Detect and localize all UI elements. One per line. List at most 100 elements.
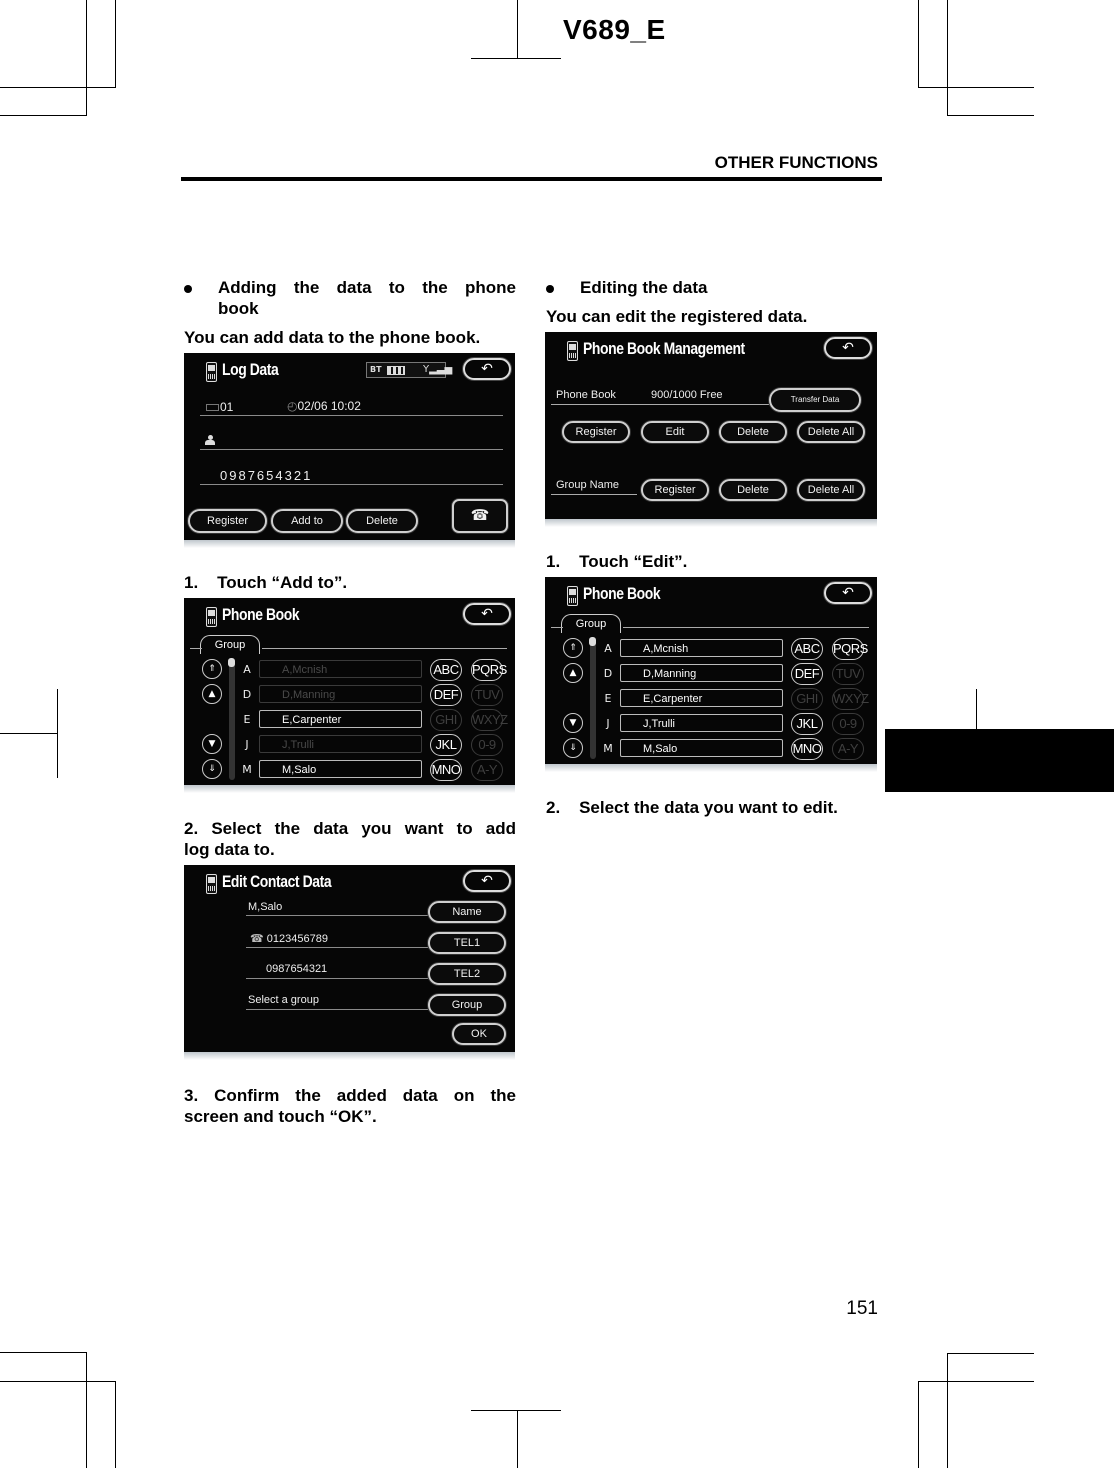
index-key-button[interactable]: JKL [791, 713, 823, 735]
divider [551, 404, 769, 405]
crop-mark [947, 1353, 948, 1468]
word: to [456, 819, 473, 838]
group-tab[interactable]: Group [561, 614, 621, 633]
word: added [336, 1086, 387, 1105]
index-key-button[interactable]: PQRS [471, 659, 507, 681]
index-key-button[interactable]: TUV [832, 663, 864, 685]
register-button[interactable]: Register [562, 421, 630, 443]
page-up-button[interactable]: ⇑ [563, 638, 583, 658]
page-down-button[interactable]: ⇓ [202, 759, 222, 779]
delete-all-button[interactable]: Delete All [797, 421, 865, 443]
contact-entry[interactable]: E,Carpenter [620, 689, 783, 707]
contact-entry[interactable]: A,Mcnish [259, 660, 422, 678]
left-heading: Adding the data to the phone book [184, 278, 516, 319]
transfer-data-button[interactable]: Transfer Data [769, 388, 861, 412]
scroll-thumb[interactable] [228, 658, 235, 667]
index-key-button[interactable]: WXYZ [471, 709, 508, 731]
index-letter: J [245, 738, 249, 751]
contact-entry[interactable]: A,Mcnish [620, 639, 783, 657]
contact-entry[interactable]: D,Manning [259, 685, 422, 703]
crop-mark [471, 58, 561, 59]
back-button[interactable]: ↶ [463, 870, 511, 892]
group-tab[interactable]: Group [200, 635, 260, 654]
index-letter: A [243, 663, 251, 676]
crop-mark [0, 115, 87, 116]
index-key-button[interactable]: 0-9 [832, 713, 864, 735]
crop-mark [0, 87, 116, 88]
edit-button[interactable]: Edit [641, 421, 709, 443]
scroll-down-button[interactable]: ▼ [202, 734, 222, 754]
index-key-button[interactable]: TUV [471, 684, 503, 706]
name-button[interactable]: Name [428, 901, 506, 923]
contact-entry[interactable]: D,Manning [620, 664, 783, 682]
index-key-button[interactable]: MNO [791, 738, 823, 760]
back-button[interactable]: ↶ [824, 337, 872, 359]
index-letter: J [606, 717, 610, 730]
index-key-button[interactable]: A-Y [832, 738, 864, 760]
screen-edge [184, 1052, 515, 1060]
page-up-button[interactable]: ⇑ [202, 659, 222, 679]
group-register-button[interactable]: Register [641, 479, 709, 501]
contact-entry[interactable]: E,Carpenter [259, 710, 422, 728]
word: Adding [218, 278, 277, 297]
group-delete-button[interactable]: Delete [719, 479, 787, 501]
index-key-button[interactable]: GHI [430, 709, 462, 731]
contact-entry[interactable]: M,Salo [620, 739, 783, 757]
home-phone-icon: ☎ [250, 933, 264, 945]
contact-entry[interactable]: J,Trulli [620, 714, 783, 732]
scroll-up-button[interactable]: ▲ [202, 684, 222, 704]
page-down-button[interactable]: ⇓ [563, 738, 583, 758]
contact-entry[interactable]: M,Salo [259, 760, 422, 778]
back-button[interactable]: ↶ [463, 358, 511, 380]
index-key-button[interactable]: DEF [430, 684, 462, 706]
ok-button[interactable]: OK [452, 1023, 506, 1045]
call-button[interactable]: ☎ [452, 499, 508, 533]
index-key-button[interactable]: PQRS [832, 638, 868, 660]
index-key-button[interactable]: ABC [791, 638, 823, 660]
contact-entry[interactable]: J,Trulli [259, 735, 422, 753]
index-key-button[interactable]: ABC [430, 659, 462, 681]
crop-mark [517, 0, 518, 58]
group-delete-all-button[interactable]: Delete All [797, 479, 865, 501]
phone-number: 0987654321 [220, 468, 313, 483]
index-key-button[interactable]: A-Y [471, 759, 503, 781]
group-button[interactable]: Group [428, 994, 506, 1016]
add-to-button[interactable]: Add to [271, 509, 343, 533]
scrollbar[interactable] [229, 660, 235, 780]
word: data [402, 1086, 438, 1105]
register-button[interactable]: Register [188, 509, 267, 533]
word: 3. [184, 1086, 199, 1105]
tel2-number: 0987654321 [266, 963, 328, 975]
tel1-button[interactable]: TEL1 [428, 932, 506, 954]
phone-icon [567, 586, 578, 606]
word: 2. [184, 819, 199, 838]
screen-edge [545, 519, 877, 527]
scrollbar[interactable] [590, 639, 596, 759]
scroll-up-button[interactable]: ▲ [563, 663, 583, 683]
index-key-button[interactable]: DEF [791, 663, 823, 685]
crop-mark [918, 1381, 1034, 1382]
index-letter: D [242, 688, 252, 701]
left-step1: 1. Touch “Add to”. [184, 573, 348, 592]
index-key-button[interactable]: MNO [430, 759, 462, 781]
word: you [361, 819, 392, 838]
left-step3-line2: screen and touch “OK”. [184, 1107, 377, 1126]
word: Select [211, 819, 262, 838]
index-key-button[interactable]: WXYZ [832, 688, 869, 710]
screen-title: Phone Book Management [583, 339, 745, 358]
tel2-button[interactable]: TEL2 [428, 963, 506, 985]
index-key-button[interactable]: GHI [791, 688, 823, 710]
scroll-down-button[interactable]: ▼ [563, 713, 583, 733]
divider [551, 627, 563, 628]
delete-button[interactable]: Delete [719, 421, 787, 443]
crop-mark [115, 0, 116, 88]
chapter-side-tab [885, 729, 1114, 792]
scroll-thumb[interactable] [589, 637, 596, 646]
back-button[interactable]: ↶ [463, 603, 511, 625]
divider [246, 915, 432, 916]
right-intro: You can edit the registered data. [546, 307, 808, 326]
index-key-button[interactable]: 0-9 [471, 734, 503, 756]
delete-button[interactable]: Delete [346, 509, 418, 533]
back-button[interactable]: ↶ [824, 582, 872, 604]
index-key-button[interactable]: JKL [430, 734, 462, 756]
